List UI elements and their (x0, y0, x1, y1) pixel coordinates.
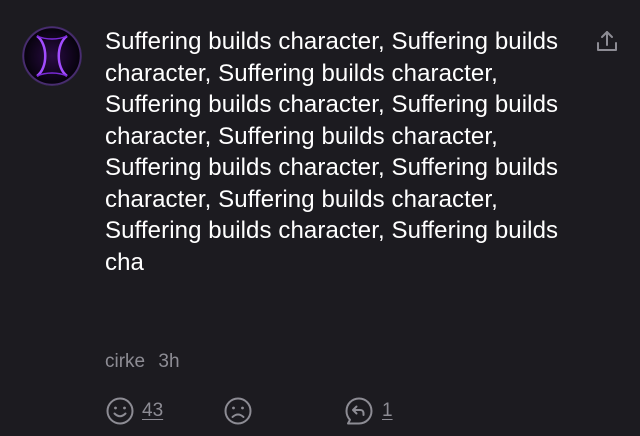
reply-arrow-icon (343, 396, 375, 426)
reply-count: 1 (382, 400, 393, 421)
avatar[interactable] (22, 26, 82, 86)
smiley-face-icon (105, 396, 135, 426)
share-icon[interactable] (593, 28, 621, 56)
downvote-button[interactable] (223, 394, 253, 428)
upvote-count: 43 (142, 400, 164, 421)
username[interactable]: cirke (105, 351, 145, 372)
timestamp: 3h (158, 351, 180, 372)
upvote-button[interactable]: 43 (105, 394, 163, 428)
sad-face-icon (223, 396, 253, 426)
avatar-image (22, 26, 82, 86)
comment-text: Suffering builds character, Suffering bu… (105, 28, 559, 276)
reply-button[interactable]: 1 (343, 394, 393, 428)
comment-meta: cirke 3h (105, 351, 180, 373)
